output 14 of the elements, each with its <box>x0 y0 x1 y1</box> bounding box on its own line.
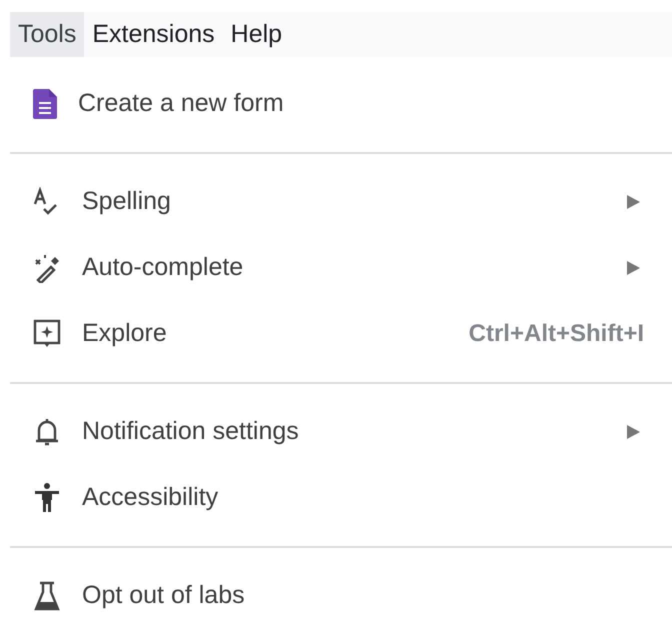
menu-item[interactable]: Explore Ctrl+Alt+Shift+I <box>10 301 672 367</box>
menu-item[interactable]: Auto-complete <box>10 235 672 301</box>
flask-icon <box>32 580 62 612</box>
menu-bar-item[interactable]: Extensions <box>84 12 223 57</box>
menu-bar-item[interactable]: Tools <box>10 12 84 57</box>
shortcut-text: Ctrl+Alt+Shift+I <box>468 319 644 349</box>
menu-item[interactable]: Notification settings <box>10 399 672 465</box>
menu-item[interactable]: Accessibility <box>10 465 672 531</box>
accessibility-icon <box>32 482 62 514</box>
menu-item[interactable]: Create a new form <box>10 71 672 137</box>
menu-item[interactable]: Spelling <box>10 169 672 235</box>
form-icon <box>32 89 58 119</box>
menu-item[interactable]: Opt out of labs <box>10 563 672 629</box>
menu-bar-item[interactable]: Help <box>222 12 290 57</box>
